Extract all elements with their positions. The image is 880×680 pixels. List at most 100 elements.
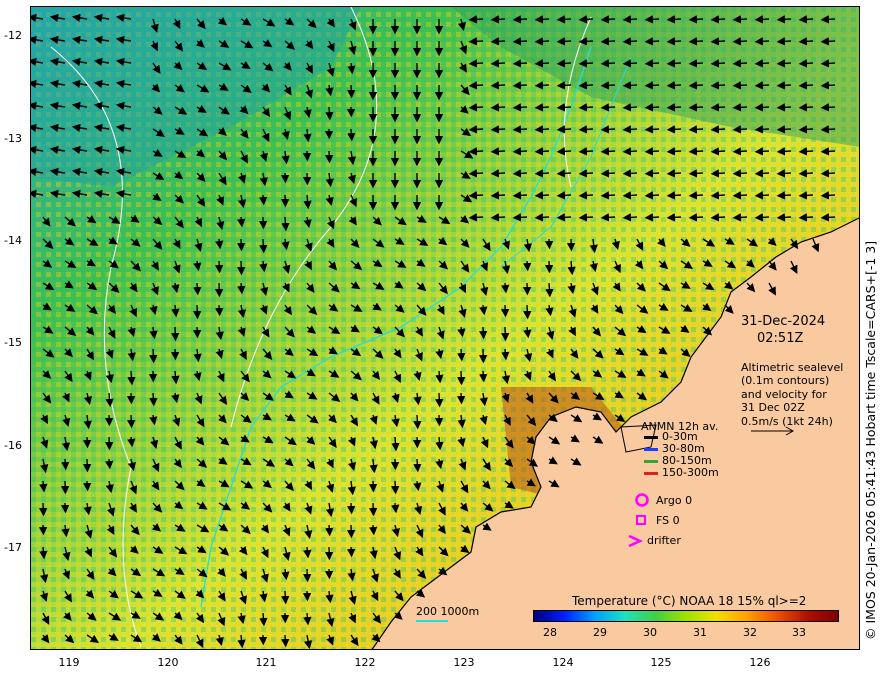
velocity-arrow [468,15,484,24]
velocity-arrow [666,125,682,134]
velocity-arrow [512,15,528,24]
velocity-arrow [710,191,726,200]
velocity-arrow [688,169,704,178]
velocity-arrow [104,458,114,470]
velocity-arrow [468,103,484,112]
velocity-arrow [732,103,748,112]
velocity-arrow [303,568,312,583]
velocity-arrow [39,546,48,560]
velocity-arrow [798,169,814,178]
velocity-arrow [732,147,748,156]
velocity-arrow [468,125,484,134]
colorbar-tick: 30 [643,626,657,639]
anmn-key-150-300 [644,472,658,475]
velocity-arrow [820,103,836,112]
velocity-arrow [512,191,528,200]
velocity-arrow [600,125,616,134]
velocity-arrow [666,213,682,222]
velocity-arrow [237,216,246,228]
drifter-label: drifter [647,534,681,547]
velocity-arrow [776,147,792,156]
colorbar-tick: 28 [543,626,557,639]
velocity-arrow [512,147,528,156]
velocity-arrow [798,147,814,156]
velocity-arrow [490,37,506,46]
velocity-arrow [622,213,638,222]
velocity-arrow [754,37,770,46]
velocity-arrow [534,147,550,156]
velocity-arrow [534,191,550,200]
velocity-arrow [820,15,836,24]
velocity-arrow [490,15,506,24]
velocity-arrow [501,326,510,342]
velocity-arrow [688,37,704,46]
velocity-arrow [600,37,616,46]
lon-tick: 123 [453,656,475,669]
velocity-arrow [468,81,484,90]
velocity-arrow [556,15,572,24]
lon-tick: 121 [255,656,277,669]
colorbar-tick: 29 [593,626,607,639]
velocity-arrow [622,125,638,134]
velocity-arrow [545,282,554,298]
velocity-arrow [556,191,572,200]
velocity-arrow [578,15,594,24]
velocity-arrow [259,238,268,254]
velocity-arrow [776,81,792,90]
velocity-arrow [369,502,378,517]
altimetry-note: Altimetric sealevel (0.1m contours) and … [741,361,843,428]
velocity-arrow [500,304,510,318]
velocity-arrow [776,37,792,46]
velocity-arrow [622,103,638,112]
sst-map[interactable] [30,6,860,650]
velocity-arrow [732,125,748,134]
velocity-arrow [468,169,484,178]
velocity-arrow [127,370,136,386]
velocity-arrow [534,59,550,68]
velocity-arrow [391,480,400,495]
velocity-arrow [325,524,334,537]
velocity-arrow [820,147,836,156]
velocity-arrow [622,191,638,200]
velocity-arrow [710,81,726,90]
velocity-arrow [512,81,528,90]
velocity-arrow [820,213,836,222]
velocity-arrow [820,81,836,90]
velocity-arrow [490,169,506,178]
velocity-arrow [534,169,550,178]
velocity-arrow [600,191,616,200]
velocity-arrow [534,37,550,46]
velocity-arrow [600,103,616,112]
velocity-arrow [490,81,506,90]
velocity-arrow [534,213,550,222]
credit-text: © IMOS 20-Jan-2026 05:41:43 Hobart time … [863,240,878,640]
velocity-arrow [754,191,770,200]
velocity-arrow [523,304,532,320]
velocity-arrow [192,326,202,339]
velocity-arrow [644,103,660,112]
velocity-arrow [688,213,704,222]
velocity-arrow [556,103,572,112]
velocity-arrow [193,282,202,296]
velocity-arrow [501,282,510,294]
velocity-arrow [798,81,814,90]
velocity-arrow [754,103,770,112]
velocity-arrow [666,147,682,156]
velocity-arrow [798,59,814,68]
velocity-arrow [60,502,70,514]
velocity-arrow [820,37,836,46]
velocity-arrow [666,81,682,90]
velocity-arrow [259,612,268,627]
velocity-arrow [512,59,528,68]
velocity-arrow [644,147,660,156]
velocity-arrow [776,125,792,134]
velocity-arrow [710,103,726,112]
velocity-arrow [644,169,660,178]
velocity-arrow [280,172,290,184]
velocity-arrow [732,15,748,24]
velocity-arrow [644,59,660,68]
velocity-arrow [644,37,660,46]
velocity-arrow [600,147,616,156]
velocity-arrow [39,480,48,493]
lon-tick: 126 [749,656,771,669]
